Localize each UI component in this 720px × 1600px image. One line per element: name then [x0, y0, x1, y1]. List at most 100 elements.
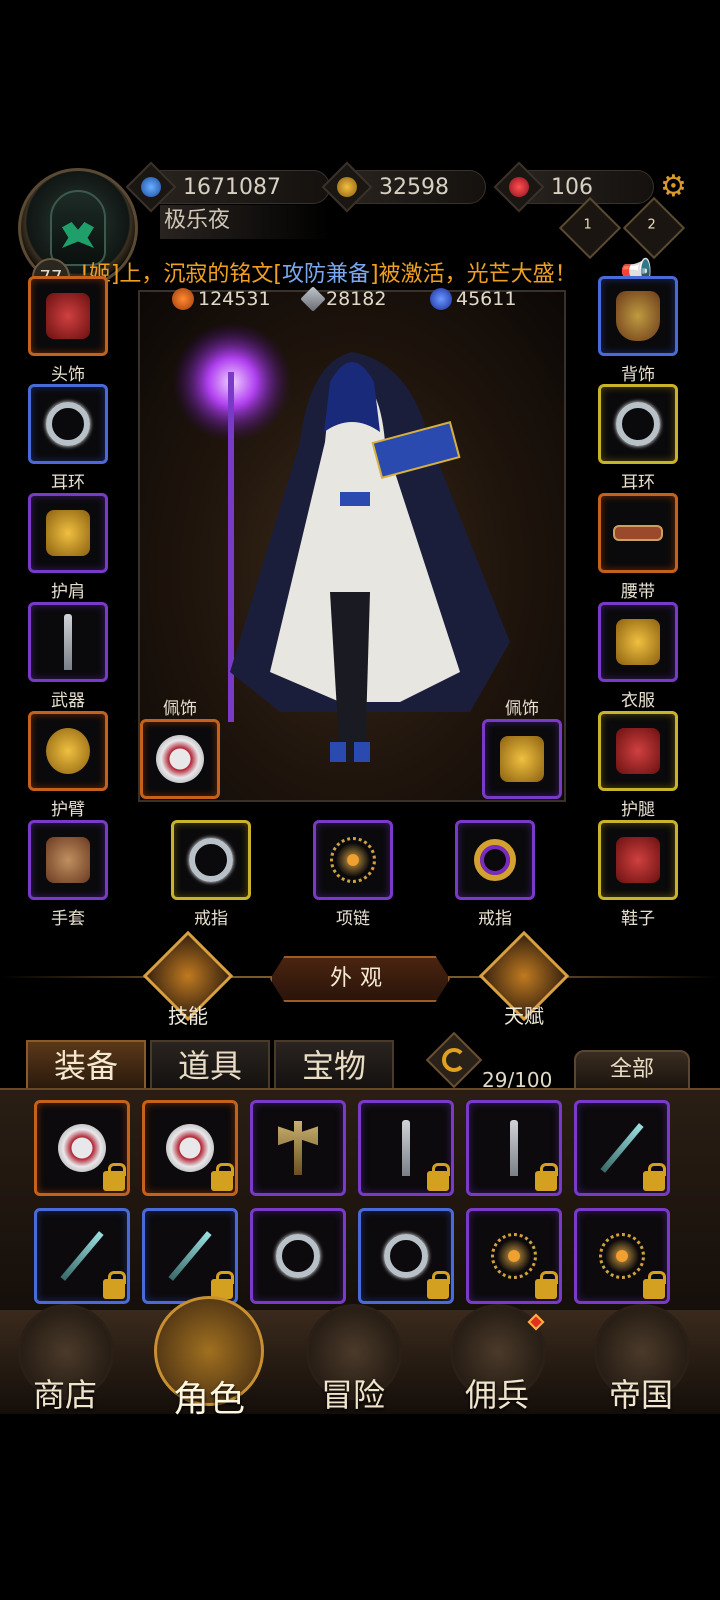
sword-stat-icon [300, 286, 326, 312]
inventory-item[interactable] [250, 1100, 346, 1196]
slot-ring-right-label: 戒指 [478, 909, 512, 929]
slot-bracer-label: 护臂 [51, 800, 85, 820]
inventory-item[interactable] [142, 1100, 238, 1196]
necklace-icon [599, 1233, 645, 1279]
rank-2-label: 2 [647, 217, 656, 233]
pendant-emblem-icon [156, 735, 204, 783]
sword-icon [510, 1120, 518, 1176]
hp-stat: 124531 [172, 288, 271, 310]
rank-1-label: 1 [583, 217, 592, 233]
inventory-item[interactable] [34, 1208, 130, 1304]
attack-value: 28182 [326, 288, 387, 310]
lock-icon [643, 1271, 666, 1299]
settings-gear-icon[interactable]: ⚙ [660, 172, 690, 202]
boots-icon [616, 837, 660, 883]
lock-icon [427, 1271, 450, 1299]
ruby-counter: 106 [493, 161, 654, 213]
slot-leggings[interactable] [598, 711, 678, 791]
pauldron-icon [46, 510, 90, 556]
rank-2-icon[interactable]: 2 [622, 196, 686, 260]
gold-amount: 32598 [379, 174, 449, 200]
slot-ring-left[interactable] [171, 820, 251, 900]
lock-icon [103, 1271, 126, 1299]
ring-icon [384, 1234, 428, 1278]
lock-icon [535, 1163, 558, 1191]
slot-back-label: 背饰 [621, 365, 655, 385]
belt-icon [613, 525, 663, 541]
ruby-amount: 106 [551, 174, 593, 200]
sword-icon [64, 614, 72, 670]
skills-label: 技能 [168, 1004, 208, 1028]
inventory-item[interactable] [34, 1100, 130, 1196]
necklace-icon [330, 837, 376, 883]
inventory-item[interactable] [574, 1208, 670, 1304]
necklace-icon [491, 1233, 537, 1279]
nav-shop-label: 商店 [32, 1376, 97, 1414]
slot-earring-left[interactable] [28, 384, 108, 464]
slot-earring-right[interactable] [598, 384, 678, 464]
slot-clothes[interactable] [598, 602, 678, 682]
slot-pendant-left[interactable] [140, 719, 220, 799]
rank-1-icon[interactable]: 1 [558, 196, 622, 260]
helmet-icon [46, 293, 90, 339]
dagger-icon [60, 1231, 104, 1281]
slot-leggings-label: 护腿 [621, 800, 655, 820]
lock-icon [643, 1163, 666, 1191]
appearance-button[interactable]: 外观 [270, 956, 450, 1002]
sort-refresh-button[interactable] [425, 1031, 483, 1089]
sword-icon [402, 1120, 410, 1176]
armor-icon [616, 619, 660, 665]
slot-head[interactable] [28, 276, 108, 356]
avatar-hood [50, 190, 106, 266]
tab-equipment[interactable]: 装备 [26, 1040, 146, 1090]
announcement-text-2: ]被激活，光芒大盛！ [370, 262, 577, 287]
nav-empire-label: 帝国 [608, 1376, 673, 1414]
hp-value: 124531 [198, 288, 271, 310]
tab-items[interactable]: 道具 [150, 1040, 270, 1090]
slot-necklace-label: 项链 [336, 909, 370, 929]
emblem-item-icon [58, 1124, 106, 1172]
lock-icon [211, 1163, 234, 1191]
announcement-text-1: !姬]上，沉寂的铭文[ [80, 262, 282, 287]
slot-shoes-label: 鞋子 [621, 909, 655, 929]
inventory-item[interactable] [574, 1100, 670, 1196]
slot-necklace[interactable] [313, 820, 393, 900]
slot-pendant-left-label: 佩饰 [163, 699, 197, 719]
slot-shoes[interactable] [598, 820, 678, 900]
slot-shoulder[interactable] [28, 493, 108, 573]
gold-ring-icon [474, 839, 516, 881]
slot-back[interactable] [598, 276, 678, 356]
slot-pendant-right-label: 佩饰 [505, 699, 539, 719]
slot-weapon[interactable] [28, 602, 108, 682]
inventory-item[interactable] [466, 1100, 562, 1196]
slot-earring-right-label: 耳环 [621, 473, 655, 493]
slot-weapon-label: 武器 [51, 691, 85, 711]
inventory-item[interactable] [466, 1208, 562, 1304]
inventory-filter-button[interactable]: 全部 [574, 1050, 690, 1090]
inventory-item[interactable] [358, 1208, 454, 1304]
slot-gloves[interactable] [28, 820, 108, 900]
slot-pendant-right[interactable] [482, 719, 562, 799]
slot-belt[interactable] [598, 493, 678, 573]
slot-ring-right[interactable] [455, 820, 535, 900]
mana-orb-icon [430, 288, 452, 310]
mana-stat: 45611 [430, 288, 516, 310]
cape-icon [616, 291, 660, 341]
attack-stat: 28182 [300, 286, 387, 312]
slot-head-label: 头饰 [51, 365, 85, 385]
refresh-icon [442, 1048, 466, 1072]
inventory-item[interactable] [142, 1208, 238, 1304]
slot-bracer[interactable] [28, 711, 108, 791]
dagger-icon [168, 1231, 212, 1281]
announcement-highlight: 攻防兼备 [282, 262, 371, 287]
lock-icon [535, 1271, 558, 1299]
tab-treasures[interactable]: 宝物 [274, 1040, 394, 1090]
gem-amount: 1671087 [183, 174, 281, 200]
ring-icon [189, 838, 233, 882]
inventory-item[interactable] [358, 1100, 454, 1196]
slot-earring-left-label: 耳环 [51, 473, 85, 493]
inventory-item[interactable] [250, 1208, 346, 1304]
slot-ring-left-label: 戒指 [194, 909, 228, 929]
mana-value: 45611 [456, 288, 517, 310]
nav-adventure-label: 冒险 [320, 1376, 385, 1414]
